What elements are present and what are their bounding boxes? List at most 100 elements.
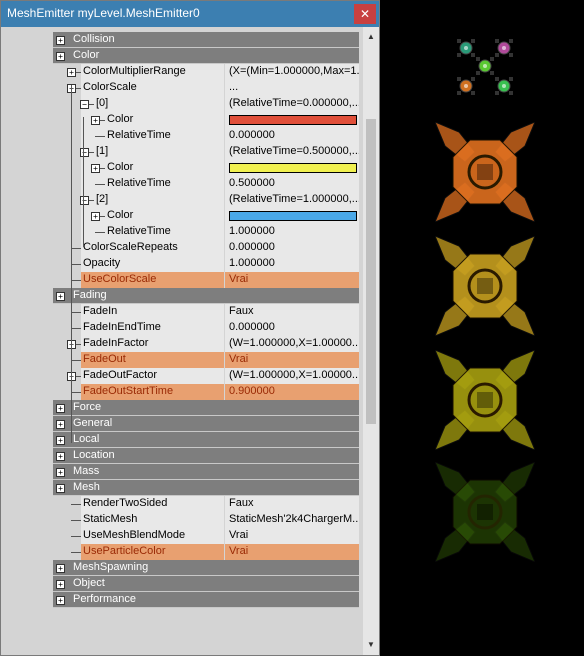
expand-icon[interactable]: + [56, 580, 65, 589]
color-swatch[interactable] [229, 163, 357, 173]
property-row-render-two-sided[interactable]: RenderTwoSided Faux [1, 496, 363, 512]
property-value[interactable]: (W=1.000000,X=1.00000... [229, 369, 359, 381]
property-row-cs2-time[interactable]: RelativeTime 1.000000 [1, 224, 363, 240]
property-value[interactable]: (X=(Min=1.000000,Max=1... [229, 65, 359, 77]
tree-line [83, 213, 84, 229]
expand-icon[interactable]: + [56, 564, 65, 573]
property-row-fade-in-end-time[interactable]: FadeInEndTime 0.000000 [1, 320, 363, 336]
property-row-fade-out-factor[interactable]: +FadeOutFactor(W=1.000000,X=1.00000... [1, 368, 363, 384]
property-row-fade-in-factor[interactable]: +FadeInFactor(W=1.000000,X=1.00000... [1, 336, 363, 352]
expand-icon[interactable]: + [56, 404, 65, 413]
property-row-cs1[interactable]: − [1] (RelativeTime=0.500000,... [1, 144, 363, 160]
title-bar[interactable]: MeshEmitter myLevel.MeshEmitter0 ✕ [1, 1, 379, 27]
property-row-cs0-time[interactable]: RelativeTime 0.000000 [1, 128, 363, 144]
expand-icon[interactable]: + [67, 68, 76, 77]
expand-icon[interactable]: + [56, 292, 65, 301]
collapse-icon[interactable]: − [80, 196, 89, 205]
property-value[interactable]: (W=1.000000,X=1.00000... [229, 337, 359, 349]
expand-icon[interactable]: + [56, 36, 65, 45]
property-name: [2] [96, 193, 109, 205]
property-value[interactable]: 1.000000 [229, 257, 359, 269]
collapse-icon[interactable]: − [80, 148, 89, 157]
property-name: UseMeshBlendMode [83, 529, 186, 541]
category-collision[interactable]: + Collision [53, 32, 359, 48]
property-value[interactable]: 0.000000 [229, 129, 359, 141]
expand-icon[interactable]: + [56, 436, 65, 445]
expand-icon[interactable]: + [56, 596, 65, 605]
expand-icon[interactable]: + [91, 164, 100, 173]
large-particle-sprite [435, 462, 535, 562]
property-value[interactable]: Vrai [229, 353, 359, 365]
category-performance[interactable]: + Performance [53, 592, 359, 608]
category-label: General [73, 417, 113, 429]
property-value[interactable]: ... [229, 81, 359, 93]
property-value[interactable]: (RelativeTime=0.500000,... [229, 145, 359, 157]
scroll-down-icon[interactable]: ▼ [363, 637, 379, 653]
property-value[interactable]: Vrai [229, 529, 359, 541]
category-color[interactable]: + Color [53, 48, 359, 64]
property-value[interactable]: (RelativeTime=0.000000,... [229, 97, 359, 109]
expand-icon[interactable]: + [56, 52, 65, 61]
category-object[interactable]: + Object [53, 576, 359, 592]
category-label: Collision [73, 33, 115, 45]
property-row-cs0[interactable]: − [0] (RelativeTime=0.000000,... [1, 96, 363, 112]
property-row-use-particle-color[interactable]: UseParticleColor Vrai [1, 544, 363, 560]
expand-icon[interactable]: + [91, 116, 100, 125]
category-mass[interactable]: + Mass [53, 464, 359, 480]
property-value[interactable]: 0.000000 [229, 321, 359, 333]
expand-icon[interactable]: + [56, 452, 65, 461]
collapse-icon[interactable]: − [80, 100, 89, 109]
tree-line [95, 136, 105, 137]
color-swatch[interactable] [229, 211, 357, 221]
property-value[interactable]: Vrai [229, 545, 359, 557]
category-general[interactable]: + General [53, 416, 359, 432]
property-row-fade-out[interactable]: FadeOut Vrai [1, 352, 363, 368]
category-mesh[interactable]: + Mesh [53, 480, 359, 496]
property-row-static-mesh[interactable]: StaticMesh StaticMesh'2k4ChargerM... [1, 512, 363, 528]
vertical-scrollbar[interactable]: ▲ ▼ [363, 27, 379, 655]
property-value[interactable]: Faux [229, 305, 359, 317]
property-row-cs0-color[interactable]: + Color [1, 112, 363, 128]
expand-icon[interactable]: + [91, 212, 100, 221]
property-row-cs2-color[interactable]: + Color [1, 208, 363, 224]
property-row-use-color-scale[interactable]: UseColorScale Vrai [1, 272, 363, 288]
property-row-color-scale-repeats[interactable]: ColorScaleRepeats 0.000000 [1, 240, 363, 256]
property-value[interactable]: 0.500000 [229, 177, 359, 189]
property-value[interactable]: 1.000000 [229, 225, 359, 237]
property-value[interactable]: (RelativeTime=1.000000,... [229, 193, 359, 205]
scroll-up-icon[interactable]: ▲ [363, 29, 379, 45]
property-row-cs1-color[interactable]: + Color [1, 160, 363, 176]
particle-sprite [457, 77, 475, 95]
property-row-opacity[interactable]: Opacity 1.000000 [1, 256, 363, 272]
property-name: RelativeTime [107, 129, 171, 141]
property-name: UseParticleColor [83, 545, 166, 557]
expand-icon[interactable]: + [56, 468, 65, 477]
category-meshspawning[interactable]: + MeshSpawning [53, 560, 359, 576]
property-row-use-mesh-blend-mode[interactable]: UseMeshBlendMode Vrai [1, 528, 363, 544]
property-row-fade-out-start-time[interactable]: FadeOutStartTime 0.900000 [1, 384, 363, 400]
color-swatch[interactable] [229, 115, 357, 125]
small-particles [457, 39, 513, 95]
expand-icon[interactable]: + [56, 420, 65, 429]
property-value[interactable]: 0.900000 [229, 385, 359, 397]
close-icon[interactable]: ✕ [354, 4, 376, 24]
scrollbar-thumb[interactable] [366, 119, 376, 424]
property-row-fade-in[interactable]: FadeIn Faux [1, 304, 363, 320]
category-location[interactable]: + Location [53, 448, 359, 464]
category-local[interactable]: + Local [53, 432, 359, 448]
category-force[interactable]: + Force [53, 400, 359, 416]
property-row-cs2[interactable]: − [2] (RelativeTime=1.000000,... [1, 192, 363, 208]
property-value[interactable]: Vrai [229, 273, 359, 285]
property-value[interactable]: StaticMesh'2k4ChargerM... [229, 513, 359, 525]
property-row-color-scale[interactable]: −ColorScale... [1, 80, 363, 96]
category-label: Local [73, 433, 100, 445]
particle-sprite [457, 39, 475, 57]
expand-icon[interactable]: + [56, 484, 65, 493]
property-row-color-multiplier-range[interactable]: + ColorMultiplierRange (X=(Min=1.000000,Ma… [1, 64, 363, 80]
property-row-cs1-time[interactable]: RelativeTime 0.500000 [1, 176, 363, 192]
property-value[interactable]: 0.000000 [229, 241, 359, 253]
property-value[interactable]: Faux [229, 497, 359, 509]
category-label: Force [73, 401, 102, 413]
tree-line [71, 333, 72, 443]
category-fading[interactable]: + Fading [53, 288, 359, 304]
